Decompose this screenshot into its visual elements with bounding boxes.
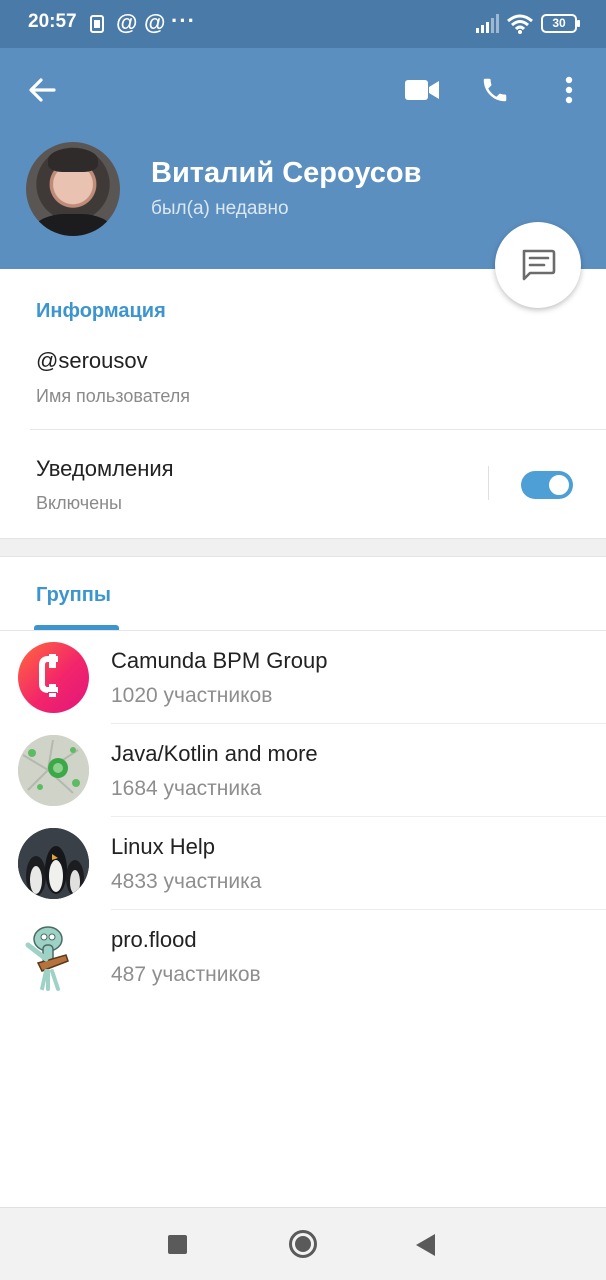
username-label: Имя пользователя [36, 386, 191, 406]
call-button[interactable] [475, 70, 515, 110]
signal-icon [476, 14, 499, 33]
squidward-icon [25, 926, 69, 991]
status-time: 20:57 [28, 11, 77, 32]
divider [30, 429, 606, 430]
group-name: Linux Help [111, 834, 215, 859]
notifications-label: Уведомления [36, 456, 174, 481]
group-members: 487 участников [111, 963, 261, 986]
group-avatar [18, 735, 89, 806]
section-gap [0, 538, 606, 557]
username-value: @serousov [36, 348, 148, 373]
tab-groups[interactable]: Группы [36, 584, 111, 607]
group-name: Camunda BPM Group [111, 648, 328, 673]
message-icon [522, 249, 556, 281]
battery-indicator: 30 [541, 14, 580, 33]
camunda-logo-icon [39, 654, 58, 698]
phone-icon [483, 78, 507, 102]
list-item[interactable]: Camunda BPM Group 1020 участников [0, 631, 606, 724]
list-item[interactable]: Linux Help 4833 участника [0, 817, 606, 910]
wifi-icon [507, 14, 533, 34]
at-icon: @ [116, 10, 138, 35]
group-avatar [18, 642, 89, 713]
recents-square-icon[interactable] [168, 1235, 187, 1254]
group-name: Java/Kotlin and more [111, 741, 318, 766]
toggle-separator [488, 466, 489, 500]
group-members: 4833 участника [111, 870, 262, 893]
system-nav-bar [0, 1207, 606, 1280]
home-circle-icon[interactable] [289, 1230, 317, 1258]
notifications-value: Включены [36, 493, 122, 513]
sim-icon [90, 15, 104, 33]
list-item[interactable]: pro.flood 487 участников [0, 910, 606, 1003]
send-message-button[interactable] [495, 222, 581, 308]
more-vert-icon [565, 76, 573, 104]
penguins-icon [18, 828, 89, 899]
back-triangle-icon[interactable] [416, 1234, 435, 1256]
avatar-hair [48, 148, 98, 172]
group-name: pro.flood [111, 927, 197, 952]
avatar[interactable] [26, 142, 120, 236]
video-call-icon [405, 80, 439, 100]
list-item[interactable]: Java/Kotlin and more 1684 участника [0, 724, 606, 817]
toggle-knob [546, 472, 572, 498]
avatar-shirt [34, 214, 112, 236]
status-bar: 20:57 @ @ ··· 30 [0, 0, 606, 48]
group-avatar [18, 828, 89, 899]
more-menu-button[interactable] [553, 70, 585, 110]
at-icon: @ [144, 10, 166, 35]
back-button[interactable] [22, 70, 62, 110]
profile-name: Виталий Сероусов [151, 157, 422, 189]
back-arrow-icon [29, 78, 56, 102]
video-call-button[interactable] [401, 72, 443, 108]
info-section-title: Информация [36, 300, 166, 322]
profile-status: был(а) недавно [151, 198, 289, 219]
more-dots-icon: ··· [171, 8, 196, 33]
group-members: 1684 участника [111, 777, 262, 800]
map-network-icon [18, 735, 89, 806]
group-avatar [18, 921, 89, 992]
group-members: 1020 участников [111, 684, 273, 707]
notifications-toggle[interactable] [521, 471, 573, 499]
